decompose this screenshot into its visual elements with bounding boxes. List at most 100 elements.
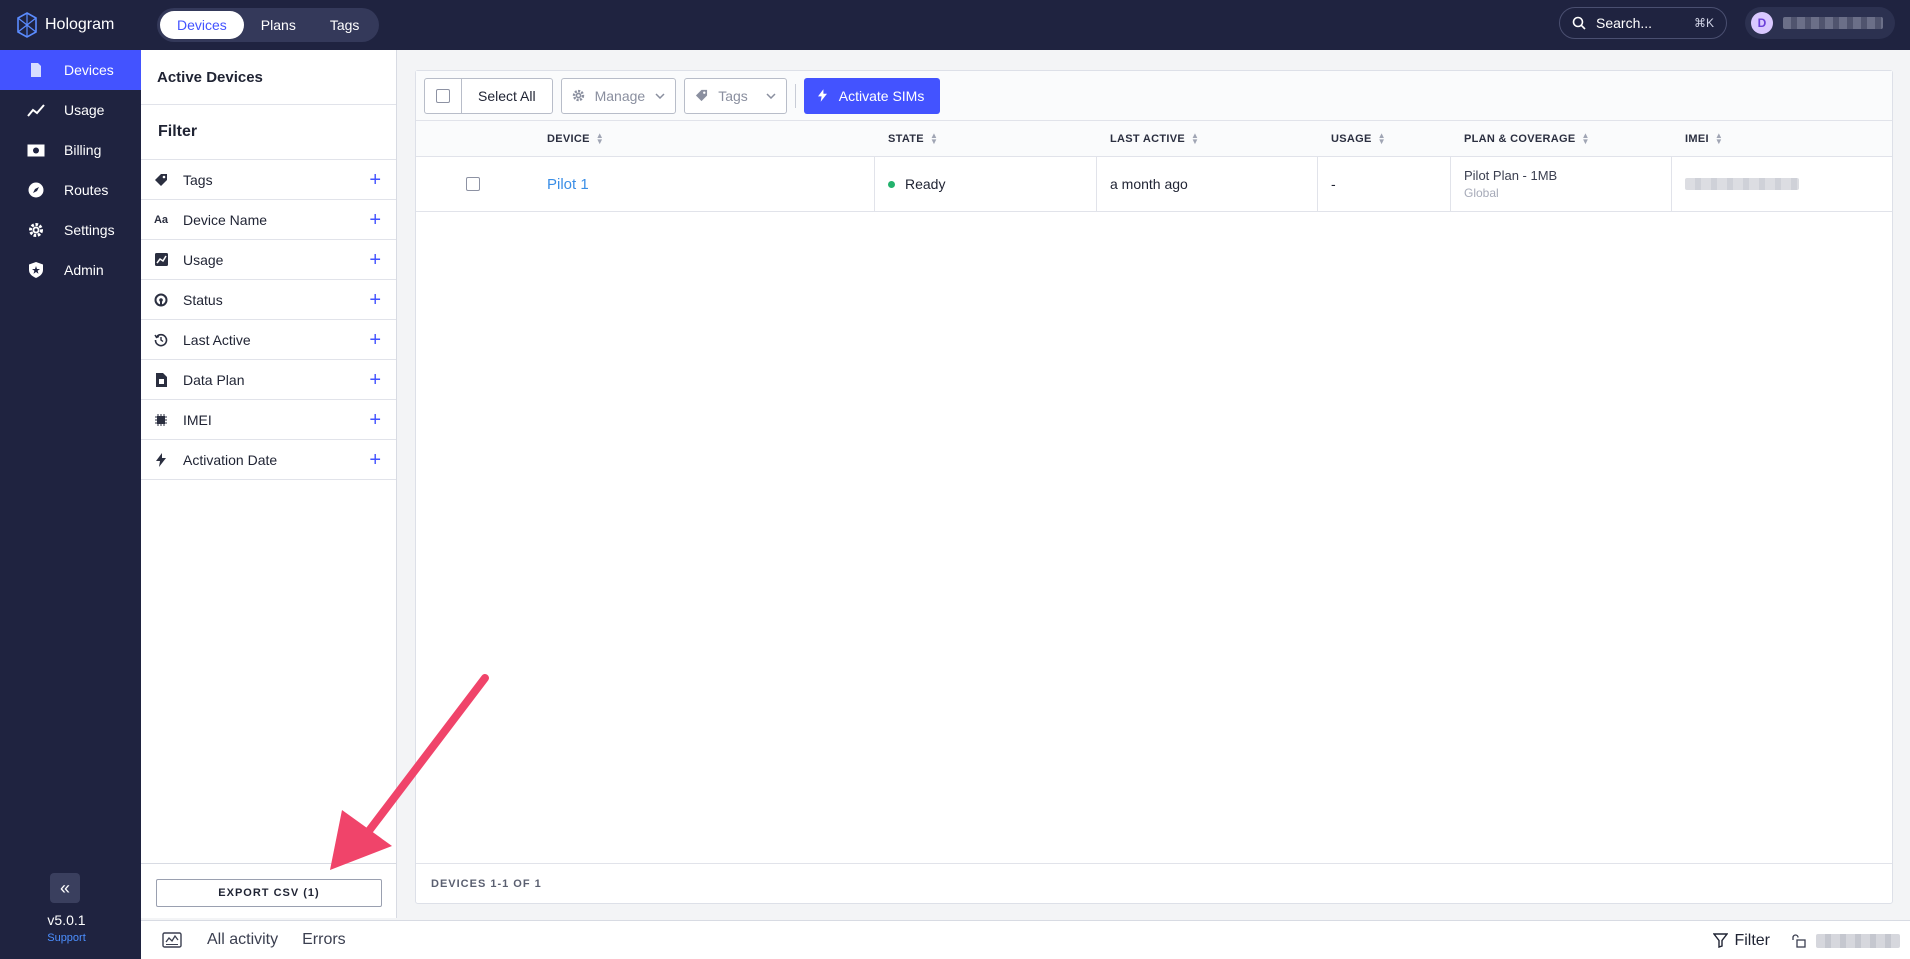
app-version: v5.0.1	[47, 912, 86, 928]
cell-divider	[1450, 157, 1451, 211]
table-header: DEVICE ▲ ▼ STATE ▲ ▼ LAST ACTIVE ▲ ▼ USAGE ▲ ▼ P…	[416, 121, 1892, 157]
filter-label: Device Name	[183, 211, 268, 228]
plus-icon[interactable]: +	[369, 370, 381, 390]
select-all-checkbox-wrap[interactable]	[425, 78, 462, 113]
plus-icon[interactable]: +	[369, 250, 381, 270]
select-all-group: Select All	[424, 77, 553, 114]
double-chevron-left-icon: «	[59, 877, 70, 898]
column-device[interactable]: DEVICE ▲ ▼	[547, 131, 604, 145]
devices-table-card: Select All Manage Tags Activate SIMs DEV…	[415, 70, 1893, 904]
status-dot-icon	[888, 180, 895, 188]
sidebar-item-devices[interactable]: Devices	[0, 50, 141, 90]
annotation-arrow-icon	[330, 674, 489, 870]
bolt-icon	[153, 452, 169, 468]
tags-label: Tags	[718, 87, 748, 104]
sidebar-item-label: Billing	[64, 142, 102, 158]
filter-icon	[1713, 933, 1729, 948]
sidebar-item-admin[interactable]: Admin	[0, 250, 141, 290]
plus-icon[interactable]: +	[369, 210, 381, 230]
activity-monitor-icon[interactable]	[161, 929, 183, 951]
activate-sims-button[interactable]: Activate SIMs	[803, 77, 941, 114]
sidebar-item-billing[interactable]: Billing	[0, 130, 141, 170]
search-button[interactable]: Search... ⌘K	[1559, 7, 1727, 39]
tab-plans[interactable]: Plans	[244, 11, 313, 39]
plus-icon[interactable]: +	[369, 450, 381, 470]
column-label: DEVICE	[547, 132, 590, 145]
manage-dropdown[interactable]: Manage	[560, 77, 677, 114]
unlock-icon[interactable]	[1790, 932, 1808, 950]
activity-bar: All activity Errors Filter	[141, 920, 1910, 959]
sidebar: Devices Usage Billing Routes Settings Ad…	[0, 50, 141, 959]
state-value: Ready	[905, 176, 946, 192]
plus-icon[interactable]: +	[369, 290, 381, 310]
search-shortcut: ⌘K	[1693, 16, 1714, 30]
row-checkbox[interactable]	[466, 177, 480, 191]
plus-icon[interactable]: +	[369, 170, 381, 190]
column-imei[interactable]: IMEI ▲ ▼	[1685, 131, 1723, 145]
export-csv-button[interactable]: EXPORT CSV (1)	[156, 879, 382, 907]
filter-label: Usage	[183, 251, 224, 268]
tab-errors[interactable]: Errors	[302, 931, 346, 949]
support-link[interactable]: Support	[0, 932, 133, 944]
select-all-checkbox[interactable]	[436, 88, 450, 103]
sort-icon: ▲ ▼	[1377, 130, 1386, 146]
column-last-active[interactable]: LAST ACTIVE ▲ ▼	[1110, 131, 1199, 145]
collapse-sidebar-button[interactable]: «	[50, 873, 80, 903]
filter-status[interactable]: Status +	[141, 280, 396, 320]
filter-heading: Filter	[141, 105, 396, 160]
filter-label: Status	[183, 291, 223, 308]
activity-bar-right: Filter	[1713, 921, 1910, 959]
chevron-down-icon	[766, 92, 776, 99]
table-row[interactable]: Pilot 1 Ready a month ago - Pilot Plan -…	[416, 157, 1892, 212]
cell-divider	[1096, 157, 1097, 211]
filter-imei[interactable]: IMEI +	[141, 400, 396, 440]
column-state[interactable]: STATE ▲ ▼	[888, 130, 939, 146]
column-plan-coverage[interactable]: PLAN & COVERAGE ▲ ▼	[1464, 131, 1590, 145]
cell-divider	[1671, 157, 1672, 211]
redacted-imei	[1685, 178, 1799, 190]
filter-last-active[interactable]: Last Active +	[141, 320, 396, 360]
select-all-button[interactable]: Select All	[462, 79, 552, 113]
chart-icon	[153, 252, 169, 268]
panel-title: Active Devices	[141, 50, 396, 105]
sidebar-item-settings[interactable]: Settings	[0, 210, 141, 250]
plus-icon[interactable]: +	[369, 410, 381, 430]
brand[interactable]: Hologram	[0, 0, 141, 50]
filter-tags[interactable]: Tags +	[141, 160, 396, 200]
tags-dropdown[interactable]: Tags	[684, 77, 787, 114]
tab-tags[interactable]: Tags	[313, 11, 377, 39]
device-name-link[interactable]: Pilot 1	[547, 157, 589, 211]
search-placeholder: Search...	[1596, 15, 1653, 31]
filter-device-name[interactable]: Aa Device Name +	[141, 200, 396, 240]
filter-label: Tags	[183, 171, 213, 188]
sidebar-item-routes[interactable]: Routes	[0, 170, 141, 210]
redacted-activity-info	[1816, 933, 1900, 948]
filter-activation-date[interactable]: Activation Date +	[141, 440, 396, 480]
tab-all-activity[interactable]: All activity	[207, 931, 278, 949]
sidebar-item-usage[interactable]: Usage	[0, 90, 141, 130]
column-label: IMEI	[1685, 132, 1709, 145]
redacted-username	[1783, 17, 1883, 29]
filter-data-plan[interactable]: Data Plan +	[141, 360, 396, 400]
column-label: PLAN & COVERAGE	[1464, 132, 1576, 145]
chart-icon	[26, 100, 46, 120]
sim-icon	[153, 372, 169, 388]
filter-usage[interactable]: Usage +	[141, 240, 396, 280]
sidebar-item-label: Usage	[64, 102, 105, 118]
tag-icon	[696, 89, 708, 102]
table-toolbar: Select All Manage Tags Activate SIMs	[416, 71, 1892, 121]
plan-cell: Pilot Plan - 1MB Global	[1464, 157, 1557, 211]
column-usage[interactable]: USAGE ▲ ▼	[1331, 130, 1386, 146]
shield-icon	[26, 260, 46, 280]
top-bar: Hologram Devices Plans Tags Search... ⌘K…	[0, 0, 1910, 50]
sort-icon: ▲ ▼	[929, 130, 939, 146]
user-menu[interactable]: D	[1745, 7, 1895, 39]
filter-label: Data Plan	[183, 371, 245, 388]
tag-icon	[153, 172, 169, 188]
plus-icon[interactable]: +	[369, 330, 381, 350]
hologram-logo-icon	[17, 12, 37, 38]
tab-devices[interactable]: Devices	[160, 11, 244, 39]
sidebar-item-label: Settings	[64, 222, 115, 238]
last-active-value: a month ago	[1110, 176, 1188, 192]
activity-filter-button[interactable]: Filter	[1713, 932, 1770, 950]
